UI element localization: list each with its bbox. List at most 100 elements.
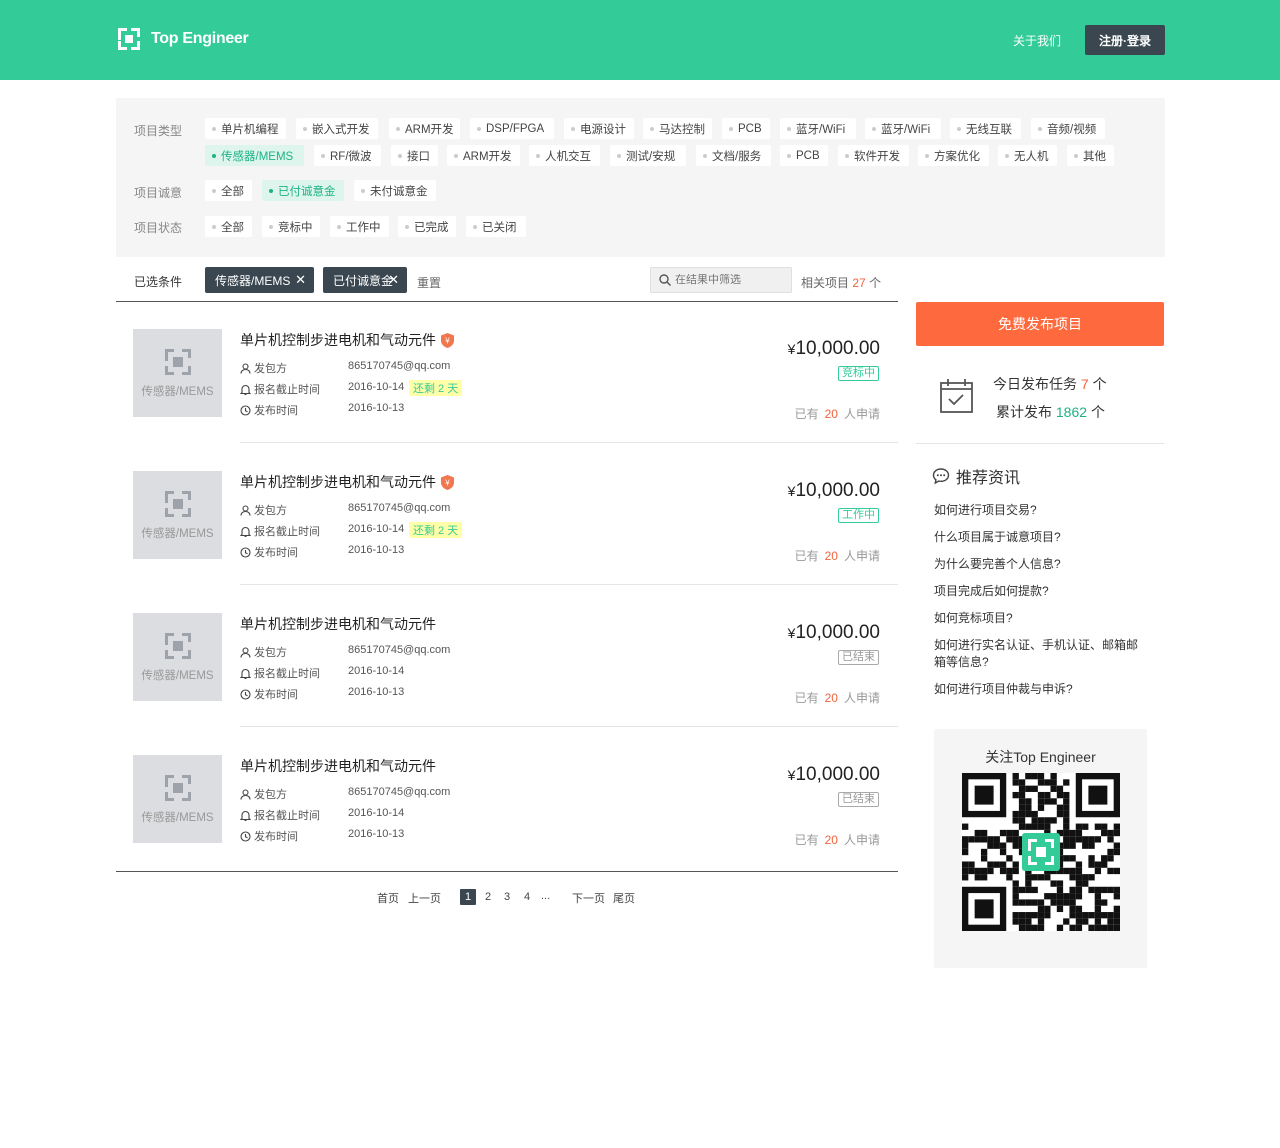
project-thumbnail[interactable]: 传感器/MEMS [133,755,222,843]
thumbnail-label: 传感器/MEMS [141,670,214,682]
related-number: 27 [852,276,866,290]
project-title[interactable]: 单片机控制步进电机和气动元件 [240,756,436,776]
project-title[interactable]: 单片机控制步进电机和气动元件 ¥ [240,472,454,492]
today-count: 7 [1080,376,1089,392]
project-title-text: 单片机控制步进电机和气动元件 [240,474,436,490]
type-tag[interactable]: PCB [780,145,828,166]
type-tag[interactable]: 音频/视频 [1031,118,1105,139]
page-number[interactable]: 3 [499,889,515,905]
project-item[interactable]: 传感器/MEMS 单片机控制步进电机和气动元件 发包方 865170745@qq.co… [116,585,898,727]
project-item[interactable]: 传感器/MEMS 单片机控制步进电机和气动元件 ¥ 发包方 865170745@qq.c… [116,301,898,443]
status-tag[interactable]: 工作中 [330,216,389,237]
type-tag[interactable]: 人机交互 [529,145,600,166]
type-tag[interactable]: 文档/服务 [696,145,771,166]
remove-icon[interactable]: ✕ [295,273,306,286]
condition-chip[interactable]: 已付诚意金 ✕ [323,267,407,293]
clock-icon [240,688,251,700]
meta-value: 2016-10-14 [348,523,405,535]
meta-value: 865170745@qq.com [348,644,451,656]
project-thumbnail[interactable]: 传感器/MEMS [133,613,222,701]
page-first[interactable]: 首页 [377,890,399,906]
condition-chip-label: 已付诚意金 [333,273,394,288]
meta-label: 报名截止时间 [254,668,320,680]
project-thumbnail[interactable]: 传感器/MEMS [133,471,222,559]
intent-tag-active[interactable]: 已付诚意金 [262,180,344,201]
project-item[interactable]: 传感器/MEMS 单片机控制步进电机和气动元件 发包方 865170745@qq.co… [116,727,898,869]
status-tag[interactable]: 已关闭 [466,216,526,237]
remove-icon[interactable]: ✕ [388,273,399,286]
status-tag[interactable]: 已完成 [398,216,456,237]
condition-chip[interactable]: 传感器/MEMS ✕ [205,267,314,293]
meta-label: 报名截止时间 [254,810,320,822]
apply-number: 20 [824,549,838,563]
news-link[interactable]: 项目完成后如何提款? [934,583,1154,600]
meta-row: 发布时间 [240,402,298,418]
project-title[interactable]: 单片机控制步进电机和气动元件 ¥ [240,330,454,350]
type-tag[interactable]: DSP/FPGA [470,118,554,139]
news-link[interactable]: 如何竞标项目? [934,610,1154,627]
type-tag[interactable]: ARM开发 [389,118,460,139]
page-last[interactable]: 尾页 [613,890,635,906]
applicant-count: 已有 20 人申请 [795,405,880,422]
price-value: 10,000.00 [795,338,880,359]
type-tag[interactable]: 嵌入式开发 [296,118,378,139]
project-thumbnail[interactable]: 传感器/MEMS [133,329,222,417]
type-tag[interactable]: 方案优化 [918,145,989,166]
applicant-count: 已有 20 人申请 [795,831,880,848]
type-tag[interactable]: 电源设计 [564,118,634,139]
news-link[interactable]: 为什么要完善个人信息? [934,556,1154,573]
intent-tag[interactable]: 未付诚意金 [354,180,436,201]
type-tag[interactable]: 蓝牙/WiFi [780,118,856,139]
total-stat: 累计发布 1862 个 [996,402,1105,422]
type-tag[interactable]: 马达控制 [643,118,712,139]
page-number[interactable]: 4 [519,889,535,905]
user-icon [240,646,251,658]
type-tag[interactable]: 无人机 [998,145,1057,166]
search-input[interactable] [675,274,785,286]
type-tag[interactable]: 蓝牙/WiFi [865,118,941,139]
logo-icon [118,28,140,50]
bell-icon [240,668,251,679]
type-tag[interactable]: ARM开发 [447,145,520,166]
about-link[interactable]: 关于我们 [1013,32,1061,49]
type-tag-active[interactable]: 传感器/MEMS [205,145,304,166]
type-tag[interactable]: RF/微波 [314,145,381,166]
user-icon [240,362,251,374]
status-tag[interactable]: 全部 [205,216,252,237]
filter-panel: 项目类型 项目诚意 项目状态 单片机编程 嵌入式开发 ARM开发 DSP/FPG… [116,98,1165,257]
news-link[interactable]: 如何进行实名认证、手机认证、邮箱邮箱等信息? [934,637,1149,671]
filter-type-label: 项目类型 [134,124,183,138]
reset-link[interactable]: 重置 [417,274,441,291]
site-logo[interactable]: Top Engineer [116,26,249,52]
search-icon [659,274,671,286]
logo-text: Top Engineer [151,30,249,47]
project-title[interactable]: 单片机控制步进电机和气动元件 [240,614,436,634]
qr-panel: 关注Top Engineer [934,729,1147,968]
status-tag[interactable]: 竞标中 [262,216,320,237]
page-prev[interactable]: 上一页 [408,890,441,906]
type-tag[interactable]: 软件开发 [838,145,909,166]
news-link[interactable]: 什么项目属于诚意项目? [934,529,1154,546]
result-search[interactable] [650,267,792,293]
type-tag[interactable]: 无线互联 [950,118,1021,139]
page-number-current[interactable]: 1 [460,889,476,905]
page-number[interactable]: 2 [480,889,496,905]
project-item[interactable]: 传感器/MEMS 单片机控制步进电机和气动元件 ¥ 发包方 865170745@qq.c… [116,443,898,585]
page-next[interactable]: 下一页 [572,890,605,906]
login-button[interactable]: 注册·登录 [1085,25,1165,55]
meta-label: 发布时间 [254,689,298,701]
selected-conditions-label: 已选条件 [134,275,183,289]
type-tag[interactable]: 测试/安规 [610,145,686,166]
type-tag[interactable]: 接口 [391,145,438,166]
publish-project-button[interactable]: 免费发布项目 [916,302,1164,346]
type-tag[interactable]: 单片机编程 [205,118,286,139]
intent-tag[interactable]: 全部 [205,180,252,201]
apply-suffix: 人申请 [843,549,880,563]
type-tag[interactable]: 其他 [1067,145,1114,166]
project-price: ¥10,000.00 [788,338,880,360]
applicant-count: 已有 20 人申请 [795,547,880,564]
news-link[interactable]: 如何进行项目交易? [934,502,1154,519]
project-title-text: 单片机控制步进电机和气动元件 [240,758,436,774]
news-link[interactable]: 如何进行项目仲裁与申诉? [934,681,1154,698]
type-tag[interactable]: PCB [722,118,770,139]
